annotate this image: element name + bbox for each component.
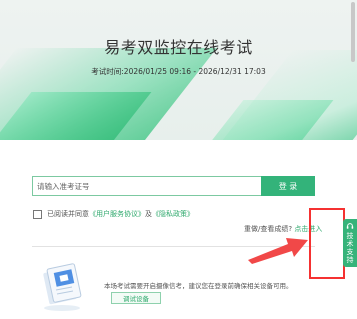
tech-support-tab[interactable]: 技术支持 bbox=[343, 219, 357, 267]
agreement-prefix: 已阅读并同意 bbox=[47, 210, 89, 218]
exam-number-input[interactable] bbox=[32, 176, 272, 196]
headset-icon bbox=[346, 223, 354, 229]
arrow-icon bbox=[248, 238, 308, 264]
login-form: 登 录 bbox=[32, 176, 315, 196]
tech-support-label: 技术支持 bbox=[346, 232, 354, 264]
exam-time: 考试时间:2026/01/25 09:16 - 2026/12/31 17:03 bbox=[91, 67, 266, 76]
debug-device-button[interactable]: 调试设备 bbox=[111, 292, 161, 304]
exam-banner: 易考双监控在线考试 考试时间:2026/01/25 09:16 - 2026/1… bbox=[0, 0, 357, 140]
privacy-policy-link[interactable]: 《隐私政策》 bbox=[152, 209, 194, 219]
scrollbar[interactable] bbox=[351, 2, 355, 62]
agreement-row: 已阅读并同意 《用户服务协议》 及 《隐私政策》 bbox=[33, 209, 194, 219]
user-agreement-link[interactable]: 《用户服务协议》 bbox=[89, 209, 145, 219]
agreement-checkbox[interactable] bbox=[33, 209, 42, 219]
device-illustration-icon bbox=[43, 263, 82, 311]
agreement-and: 及 bbox=[145, 210, 152, 218]
login-button[interactable]: 登 录 bbox=[261, 176, 315, 196]
device-note: 本场考试需要开启摄像信考，建议您在登录前确保相关设备可用。 bbox=[104, 282, 293, 290]
support-highlight-box bbox=[309, 208, 345, 279]
page-title: 易考双监控在线考试 bbox=[104, 38, 253, 57]
